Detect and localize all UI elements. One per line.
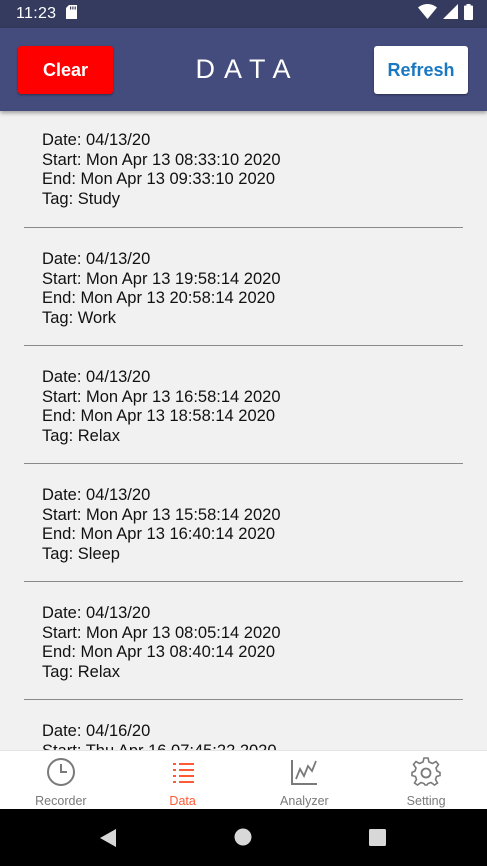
entry-tag: Tag: Relax [42,662,120,681]
nav-label: Data [169,794,196,808]
refresh-button[interactable]: Refresh [374,46,468,94]
app-bar: Clear DATA Refresh [0,28,487,111]
entry-end: End: Mon Apr 13 18:58:14 2020 [42,407,276,425]
entry-end: End: Mon Apr 13 08:40:14 2020 [42,643,276,661]
bottom-navigation: Recorder Data Analyzer Setting [0,750,487,809]
list-item[interactable]: Date: 04/13/20 Start: Mon Apr 13 16:58:1… [24,346,463,464]
nav-label: Setting [406,794,446,808]
nav-label: Recorder [35,794,87,808]
list-item[interactable]: Date: 04/13/20 Start: Mon Apr 13 08:05:1… [24,582,463,700]
nav-data[interactable]: Data [122,751,244,809]
recents-icon[interactable] [369,829,386,851]
entry-end: End: Mon Apr 13 09:33:10 2020 [42,170,276,188]
system-navigation-bar [0,809,487,866]
entry-start: Start: Thu Apr 16 07:45:22 2020 [42,742,463,751]
entry-tag: Tag: Relax [42,426,120,445]
status-time: 11:23 [16,5,57,22]
wifi-icon [418,3,437,24]
list-icon [168,757,198,792]
list-item[interactable]: Date: 04/13/20 Start: Mon Apr 13 08:33:1… [24,131,463,228]
entry-date: Date: 04/13/20 [42,486,151,504]
data-list[interactable]: Date: 04/13/20 Start: Mon Apr 13 08:33:1… [0,111,487,750]
entry-tag: Tag: Study [42,189,120,208]
status-bar: 11:23 [0,0,487,28]
entry-start: Start: Mon Apr 13 08:05:14 2020 [42,623,281,642]
entry-start: Start: Mon Apr 13 08:33:10 2020 [42,150,281,169]
entry-date: Date: 04/13/20 [42,368,151,386]
signal-icon [443,4,458,24]
nav-recorder[interactable]: Recorder [0,751,122,809]
entry-tag: Tag: Sleep [42,544,120,563]
entry-end: End: Mon Apr 13 20:58:14 2020 [42,289,276,307]
list-item[interactable]: Date: 04/13/20 Start: Mon Apr 13 15:58:1… [24,464,463,582]
nav-analyzer[interactable]: Analyzer [244,751,366,809]
list-item[interactable]: Date: 04/16/20 Start: Thu Apr 16 07:45:2… [24,700,463,750]
entry-date: Date: 04/13/20 [42,604,151,622]
entry-date: Date: 04/13/20 [42,131,151,149]
entry-start: Start: Mon Apr 13 16:58:14 2020 [42,387,281,406]
entry-date: Date: 04/16/20 [42,722,151,740]
entry-end: End: Mon Apr 13 16:40:14 2020 [42,525,276,543]
nav-setting[interactable]: Setting [365,751,487,809]
entry-date: Date: 04/13/20 [42,250,151,268]
home-icon[interactable] [234,828,252,851]
chart-icon [289,757,319,792]
entry-start: Start: Mon Apr 13 15:58:14 2020 [42,505,281,524]
back-icon[interactable] [98,828,118,853]
battery-icon [464,3,473,25]
list-item[interactable]: Date: 04/13/20 Start: Mon Apr 13 19:58:1… [24,228,463,346]
clock-icon [46,757,76,792]
nav-label: Analyzer [280,794,329,808]
entry-start: Start: Mon Apr 13 19:58:14 2020 [42,269,281,288]
gear-icon [411,757,441,792]
sd-card-icon [66,4,78,24]
entry-tag: Tag: Work [42,308,116,327]
